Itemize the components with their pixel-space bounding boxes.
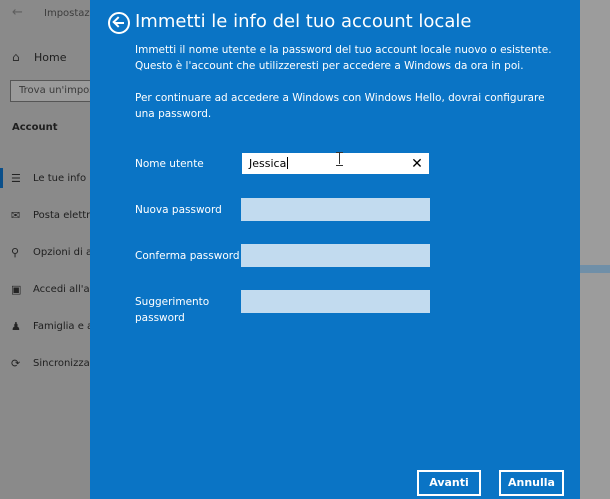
- home-icon: ⌂: [12, 50, 20, 64]
- next-button[interactable]: Avanti: [417, 470, 481, 496]
- dialog-title: Immetti le info del tuo account locale: [135, 11, 472, 32]
- dialog-hello-note: Per continuare ad accedere a Windows con…: [135, 92, 545, 120]
- nav-item-label: Accedi all'az: [33, 284, 92, 295]
- nav-item-label: Posta elettro: [33, 210, 92, 221]
- key-icon: ⚲: [11, 246, 20, 259]
- nav-home[interactable]: ⌂ Home: [12, 48, 66, 66]
- sync-icon: ⟳: [11, 357, 21, 370]
- password-hint-input[interactable]: [241, 290, 430, 313]
- settings-content-background: [580, 0, 610, 499]
- new-password-label: Nuova password: [135, 204, 222, 216]
- nav-item-label: Le tue info: [33, 173, 87, 184]
- text-caret: [287, 157, 289, 169]
- arrow-left-icon[interactable]: ←: [12, 5, 23, 20]
- nav-item-label: Famiglia e al: [33, 321, 92, 332]
- nav-item-sync[interactable]: ⟳ Sincronizza l: [0, 345, 92, 382]
- settings-content-accent: [580, 265, 610, 273]
- text-cursor-icon: [336, 152, 344, 166]
- username-value: Jessica: [249, 157, 289, 170]
- username-label: Nome utente: [135, 158, 204, 170]
- person-card-icon: ☰: [11, 172, 21, 185]
- nav-item-work-access[interactable]: ▣ Accedi all'az: [0, 271, 92, 308]
- confirm-password-label: Conferma password: [135, 250, 240, 262]
- nav-item-your-info[interactable]: ☰ Le tue info: [0, 160, 92, 197]
- new-password-input[interactable]: [241, 198, 430, 221]
- mail-icon: ✉: [11, 209, 21, 222]
- person-add-icon: ♟: [11, 320, 21, 333]
- nav-item-sign-in-options[interactable]: ⚲ Opzioni di ac: [0, 234, 92, 271]
- nav-item-email[interactable]: ✉ Posta elettro: [0, 197, 92, 234]
- settings-search-input[interactable]: Trova un'impost: [10, 80, 93, 102]
- nav-item-family[interactable]: ♟ Famiglia e al: [0, 308, 92, 345]
- nav-item-label: Sincronizza l: [33, 358, 92, 369]
- clear-icon[interactable]: ✕: [409, 155, 425, 173]
- confirm-password-input[interactable]: [241, 244, 430, 267]
- settings-search-placeholder: Trova un'impost: [19, 85, 93, 96]
- nav-home-label: Home: [34, 50, 67, 64]
- password-hint-label: Suggerimento password: [135, 296, 210, 324]
- briefcase-icon: ▣: [11, 283, 22, 296]
- settings-nav: ☰ Le tue info ✉ Posta elettro ⚲ Opzioni …: [0, 160, 92, 382]
- cancel-button[interactable]: Annulla: [499, 470, 564, 496]
- dialog-description: Immetti il nome utente e la password del…: [135, 44, 552, 72]
- local-account-dialog: Immetti le info del tuo account locale I…: [90, 0, 580, 499]
- nav-item-label: Opzioni di ac: [33, 247, 92, 258]
- section-title: Account: [12, 122, 58, 133]
- back-circle-icon[interactable]: [108, 12, 130, 34]
